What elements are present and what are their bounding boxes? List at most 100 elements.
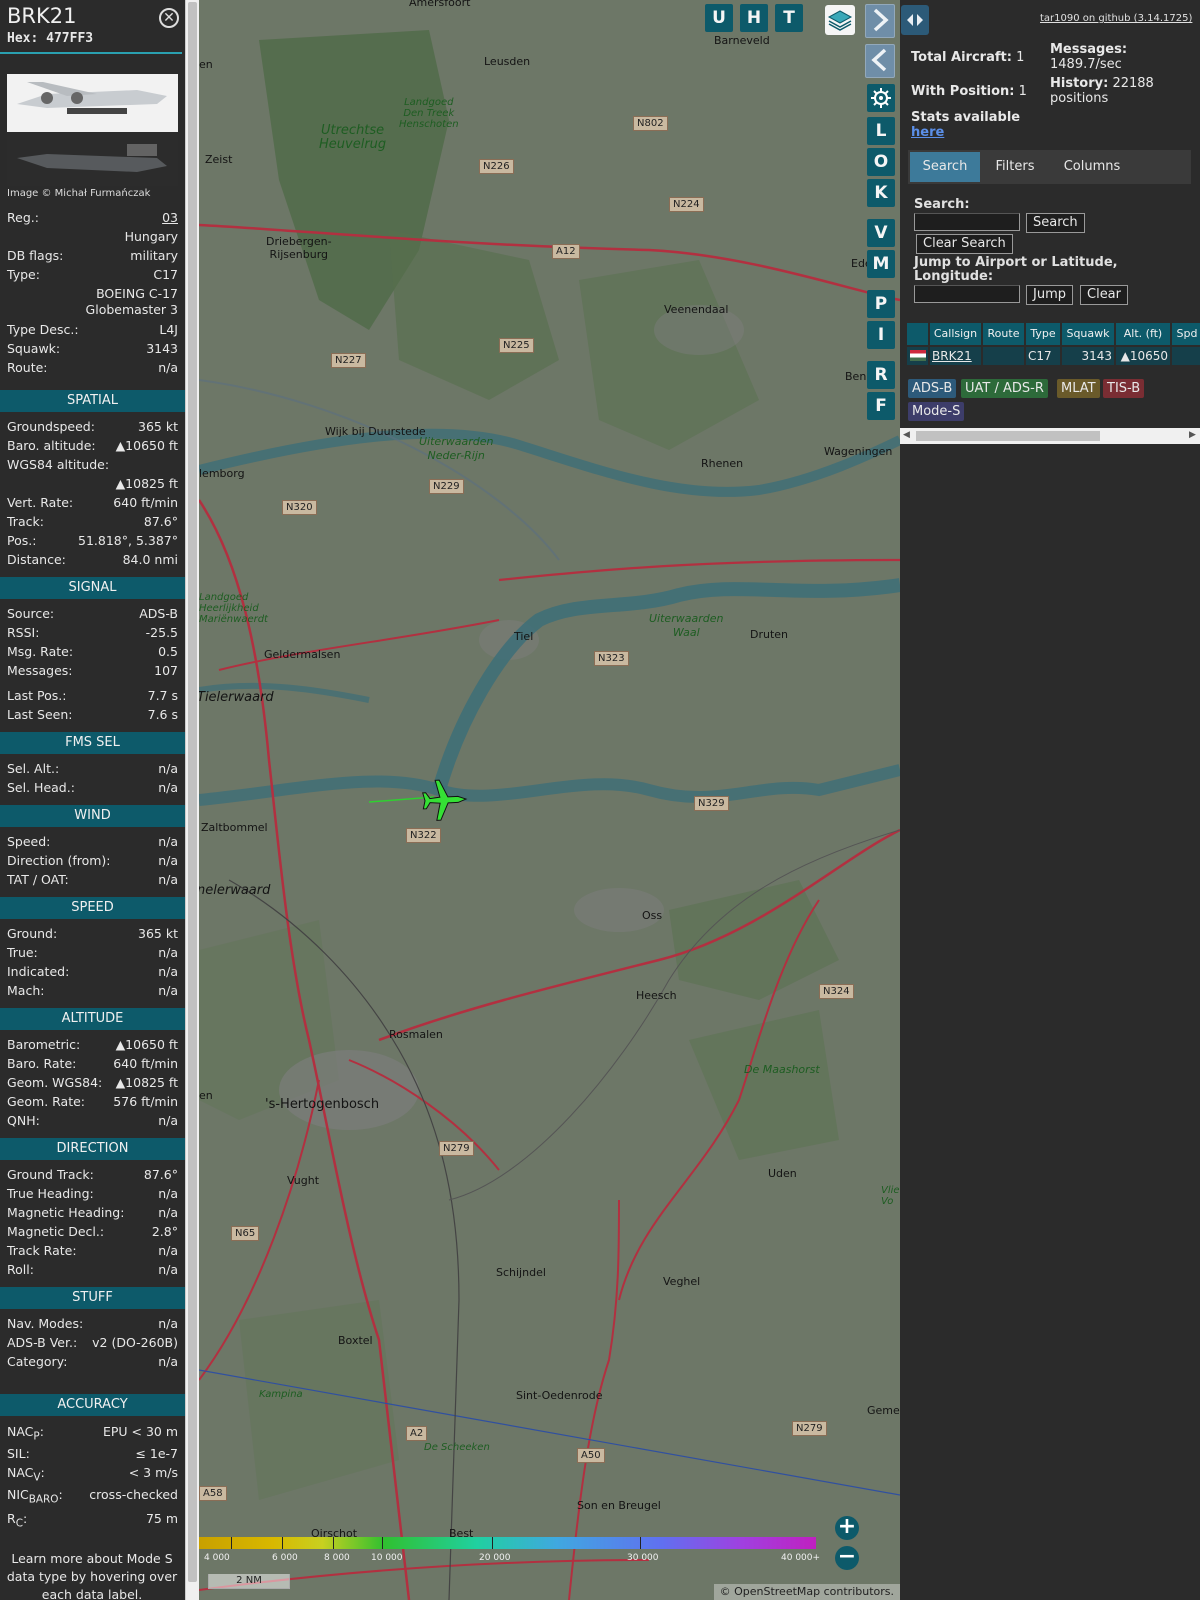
stats-link[interactable]: here xyxy=(911,125,944,140)
type-row: Type: C17 xyxy=(7,267,178,285)
place-druten: Druten xyxy=(750,628,789,641)
place-zeist: Zeist xyxy=(205,153,233,166)
nacv-label-sub: V xyxy=(33,1471,41,1484)
section-wind: WIND xyxy=(0,805,185,827)
tat-row: TAT / OAT: n/a xyxy=(7,872,178,890)
with-position-value: 1 xyxy=(1018,84,1027,99)
aircraft-photo[interactable] xyxy=(7,74,178,186)
detail-scrollbar[interactable] xyxy=(185,0,199,1600)
chevron-right-icon[interactable] xyxy=(865,4,895,38)
road-a58: A58 xyxy=(199,1486,227,1501)
expand-collapse-icon[interactable] xyxy=(901,5,929,35)
cell-callsign[interactable]: BRK21 xyxy=(930,347,981,365)
table-horizontal-scrollbar[interactable]: ◀ ▶ xyxy=(900,428,1200,444)
detail-scrollbar-thumb[interactable] xyxy=(188,2,197,1582)
lastpos-label: Last Pos.: xyxy=(7,688,67,703)
legend-adsb: ADS-B xyxy=(908,379,957,398)
road-n279: N279 xyxy=(439,1141,474,1156)
messages-stat: Messages: 1489.7/sec xyxy=(1050,42,1127,72)
geom-row: Geom. WGS84: ▲10825 ft xyxy=(7,1075,178,1093)
legend-uat-adsr: UAT / ADS-R xyxy=(961,379,1048,398)
chevron-left-icon[interactable] xyxy=(865,44,895,78)
wind-speed-value: n/a xyxy=(158,834,178,849)
scroll-left-icon[interactable]: ◀ xyxy=(903,430,910,440)
vert-rate-value: 640 ft/min xyxy=(113,495,178,510)
table-header-route[interactable]: Route xyxy=(983,323,1024,345)
track-value: 87.6° xyxy=(143,514,178,529)
button-o[interactable]: O xyxy=(867,148,895,176)
scroll-right-icon[interactable]: ▶ xyxy=(1189,430,1196,440)
cell-route[interactable] xyxy=(983,347,1024,365)
cell-altitude[interactable]: ▲10650 xyxy=(1116,347,1170,365)
geom-rate-row: Geom. Rate: 576 ft/min xyxy=(7,1094,178,1112)
sil-label: SIL: xyxy=(7,1446,30,1461)
button-r[interactable]: R xyxy=(867,361,895,389)
button-i[interactable]: I xyxy=(867,321,895,349)
history-value: 22188 xyxy=(1112,76,1154,91)
place-wageningen: Wageningen xyxy=(824,445,893,458)
area-de-maashorst: De Maashorst xyxy=(744,1063,820,1076)
place-driebergen: Driebergen- Rijsenburg xyxy=(266,235,332,261)
table-header-squawk[interactable]: Squawk xyxy=(1062,323,1114,345)
reg-link[interactable]: 03 xyxy=(162,210,178,225)
button-v[interactable]: V xyxy=(867,219,895,247)
button-t[interactable]: T xyxy=(775,4,803,32)
tab-filters[interactable]: Filters xyxy=(984,152,1046,182)
adsb-ver-label: ADS-B Ver.: xyxy=(7,1335,78,1350)
area-uiterwaarden-neder-rijn: Uiterwaarden Neder-Rijn xyxy=(419,435,494,462)
map-view[interactable]: Amersfoort Barneveld Leusden Zeist Drieb… xyxy=(199,0,900,1600)
aircraft-detail-panel: BRK21 ✕ Hex: 477FF3 Image © Michał Furma… xyxy=(0,0,185,1600)
button-u[interactable]: U xyxy=(705,4,733,32)
table-header-flag[interactable] xyxy=(907,323,928,345)
area-utrechtse-heuvelrug: Utrechtse Heuvelrug xyxy=(319,123,387,152)
zoom-in-button[interactable]: + xyxy=(835,1516,859,1540)
nacp-row: NACP: EPU < 30 m xyxy=(7,1424,178,1443)
altitude-scale-label: 6 000 xyxy=(272,1553,298,1563)
gear-icon[interactable] xyxy=(867,84,895,112)
road-n224: N224 xyxy=(669,197,704,212)
wind-speed-label: Speed: xyxy=(7,834,51,849)
reg-label: Reg.: xyxy=(7,210,39,225)
cell-squawk[interactable]: 3143 xyxy=(1062,347,1114,365)
button-m[interactable]: M xyxy=(867,250,895,278)
altitude-scale-label: 8 000 xyxy=(324,1553,350,1563)
place-gemert: Gemer xyxy=(867,1404,900,1417)
cell-speed[interactable] xyxy=(1172,347,1200,365)
jump-button[interactable]: Jump xyxy=(1026,285,1073,305)
tab-search[interactable]: Search xyxy=(910,152,980,182)
baro-alt-label: Baro. altitude: xyxy=(7,438,96,453)
button-f[interactable]: F xyxy=(867,392,895,420)
geom-rate-label: Geom. Rate: xyxy=(7,1094,86,1109)
clear-search-button[interactable]: Clear Search xyxy=(916,234,1013,254)
altitude-color-scale xyxy=(199,1537,816,1549)
table-header-callsign[interactable]: Callsign xyxy=(930,323,981,345)
layers-icon[interactable] xyxy=(825,5,855,35)
nic-label-main: NIC xyxy=(7,1487,29,1502)
clear-button[interactable]: Clear xyxy=(1080,285,1128,305)
rc-label-sub: C xyxy=(15,1517,23,1530)
table-header-speed[interactable]: Spd xyxy=(1172,323,1200,345)
nic-row: NICBARO: cross-checked xyxy=(7,1487,178,1506)
button-k[interactable]: K xyxy=(867,179,895,207)
close-icon[interactable]: ✕ xyxy=(159,8,179,28)
github-link[interactable]: tar1090 on github (3.14.1725) xyxy=(1040,13,1192,24)
source-row: Source: ADS-B xyxy=(7,606,178,624)
table-header-altitude[interactable]: Alt. (ft) xyxy=(1116,323,1170,345)
baro-rate-label: Baro. Rate: xyxy=(7,1056,77,1071)
table-scrollbar-thumb[interactable] xyxy=(916,431,1100,441)
search-input[interactable] xyxy=(914,213,1020,231)
history-stat: History: 22188 positions xyxy=(1050,76,1154,106)
messages-label: Messages: xyxy=(1050,42,1128,57)
map-attribution[interactable]: © OpenStreetMap contributors. xyxy=(713,1584,900,1600)
search-button[interactable]: Search xyxy=(1026,213,1085,233)
zoom-out-button[interactable]: − xyxy=(835,1546,859,1570)
cell-type[interactable]: C17 xyxy=(1026,347,1060,365)
button-h[interactable]: H xyxy=(740,4,768,32)
table-header-type[interactable]: Type xyxy=(1026,323,1060,345)
type-label: Type: xyxy=(7,267,40,282)
tab-columns[interactable]: Columns xyxy=(1050,152,1134,182)
jump-input[interactable] xyxy=(914,285,1020,303)
button-l[interactable]: L xyxy=(867,117,895,145)
messages-label: Messages: xyxy=(7,663,73,678)
button-p[interactable]: P xyxy=(867,290,895,318)
